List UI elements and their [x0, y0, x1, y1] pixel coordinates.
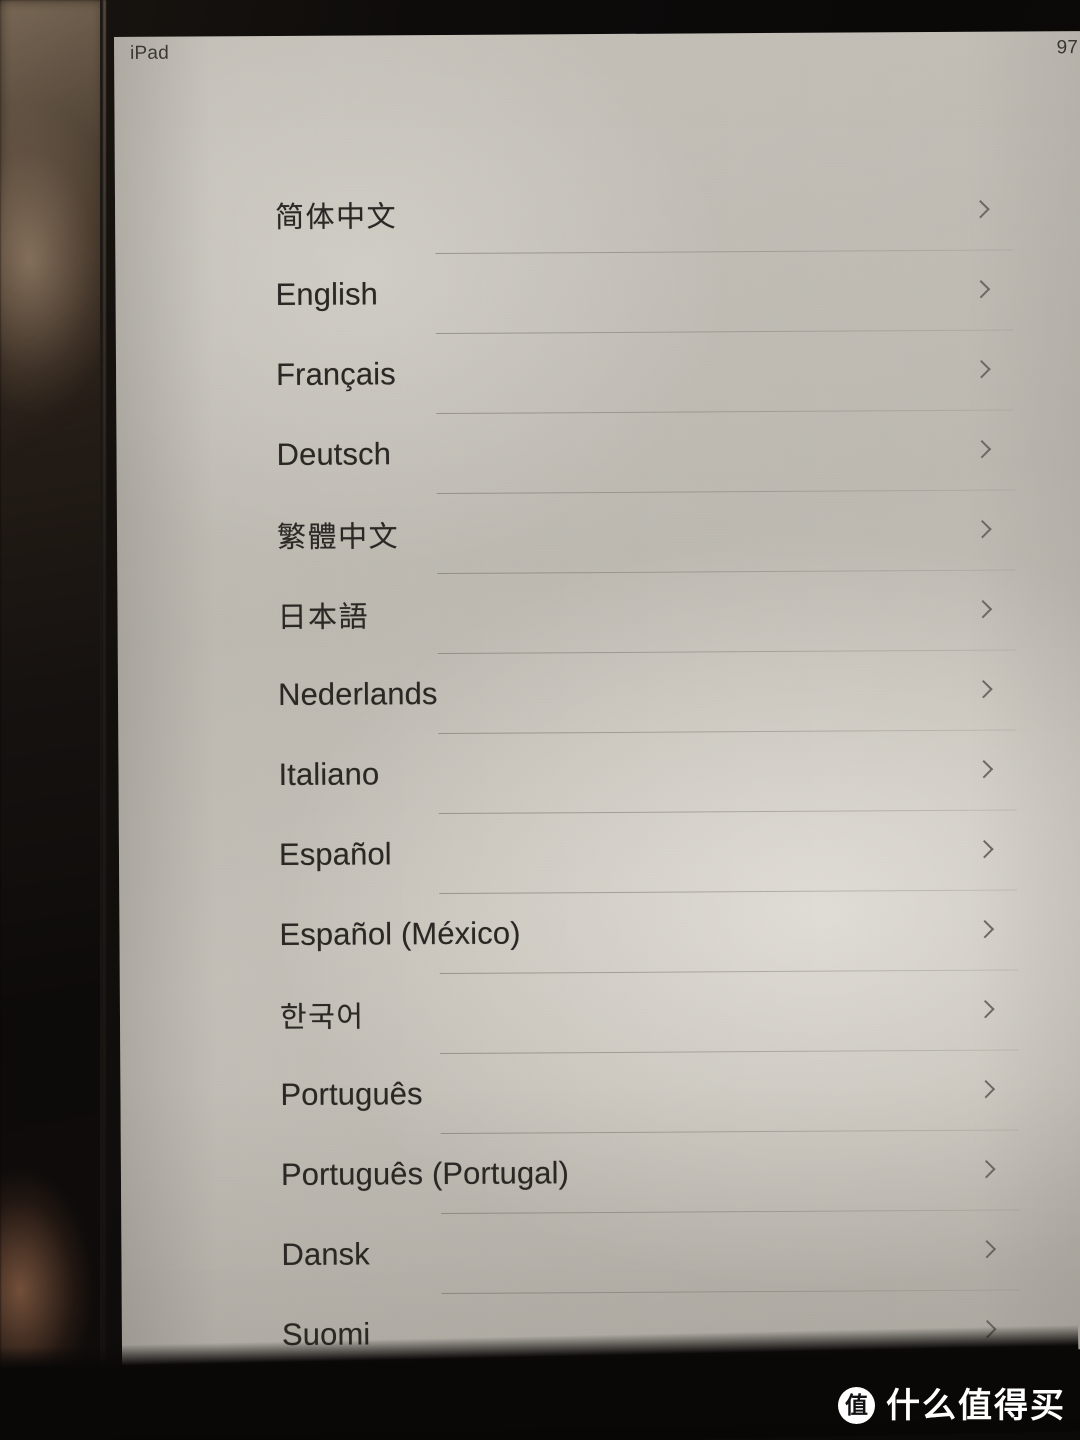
language-label: Italiano — [278, 756, 380, 793]
language-label: Português (Portugal) — [280, 1155, 570, 1193]
chevron-right-icon — [973, 200, 986, 222]
language-label: 简体中文 — [275, 201, 398, 235]
watermark-text: 什么值得买 — [886, 1386, 1066, 1425]
language-row[interactable]: 繁體中文 — [277, 490, 1080, 575]
language-row[interactable]: 简体中文 — [275, 170, 1080, 255]
language-label: Dansk — [281, 1236, 370, 1272]
chevron-right-icon — [975, 520, 988, 542]
language-label: Nederlands — [277, 676, 438, 713]
language-label: 繁體中文 — [276, 521, 400, 555]
bezel-edge-highlight — [103, 0, 106, 1440]
chevron-right-icon — [973, 280, 986, 302]
chevron-right-icon — [974, 440, 987, 462]
chevron-right-icon — [976, 680, 989, 702]
language-label: 한국어 — [279, 1001, 365, 1035]
language-label: Français — [275, 356, 396, 393]
chevron-right-icon — [976, 760, 989, 782]
status-bar-device-label: iPad — [130, 42, 169, 64]
language-row[interactable]: Italiano — [278, 730, 1080, 815]
chevron-right-icon — [979, 1240, 992, 1262]
room-light-sheen — [0, 0, 104, 560]
language-row[interactable]: Nederlands — [278, 650, 1080, 735]
language-row[interactable]: English — [275, 250, 1080, 335]
language-label: Deutsch — [276, 436, 392, 473]
language-row[interactable]: Français — [276, 330, 1080, 415]
watermark: 值 什么值得买 — [838, 1387, 1066, 1424]
chevron-right-icon — [977, 840, 990, 862]
language-label: 日本語 — [277, 601, 370, 635]
language-row[interactable]: 日本語 — [277, 570, 1080, 655]
language-label: Español (México) — [279, 915, 521, 953]
photo-canvas: iPad 97 简体中文 English Français Deutsch 繁體中文日本… — [0, 0, 1080, 1440]
language-row[interactable]: Español — [279, 810, 1080, 895]
status-bar: iPad 97 — [114, 31, 1080, 71]
status-bar-battery-percent: 97 — [1056, 37, 1079, 59]
language-label: English — [275, 276, 379, 313]
chevron-right-icon — [978, 1000, 991, 1022]
chevron-right-icon — [977, 920, 990, 942]
chevron-right-icon — [975, 600, 988, 622]
language-label: Español — [278, 836, 392, 873]
language-row[interactable]: 한국어 — [280, 970, 1080, 1055]
language-row[interactable]: Español (México) — [279, 890, 1080, 975]
chevron-right-icon — [978, 1080, 991, 1102]
language-row[interactable]: Português (Portugal) — [281, 1130, 1080, 1215]
chevron-right-icon — [974, 360, 987, 382]
chevron-right-icon — [979, 1160, 992, 1182]
language-list: 简体中文 English Français Deutsch 繁體中文日本語 Nederla… — [115, 170, 1080, 1382]
language-row[interactable]: Português — [280, 1050, 1080, 1135]
language-row[interactable]: Deutsch — [276, 410, 1080, 495]
language-row[interactable]: Dansk — [281, 1210, 1080, 1295]
watermark-badge-icon: 值 — [838, 1387, 875, 1424]
ipad-screen: iPad 97 简体中文 English Français Deutsch 繁體中文日本… — [114, 31, 1080, 1382]
language-label: Português — [280, 1076, 423, 1113]
